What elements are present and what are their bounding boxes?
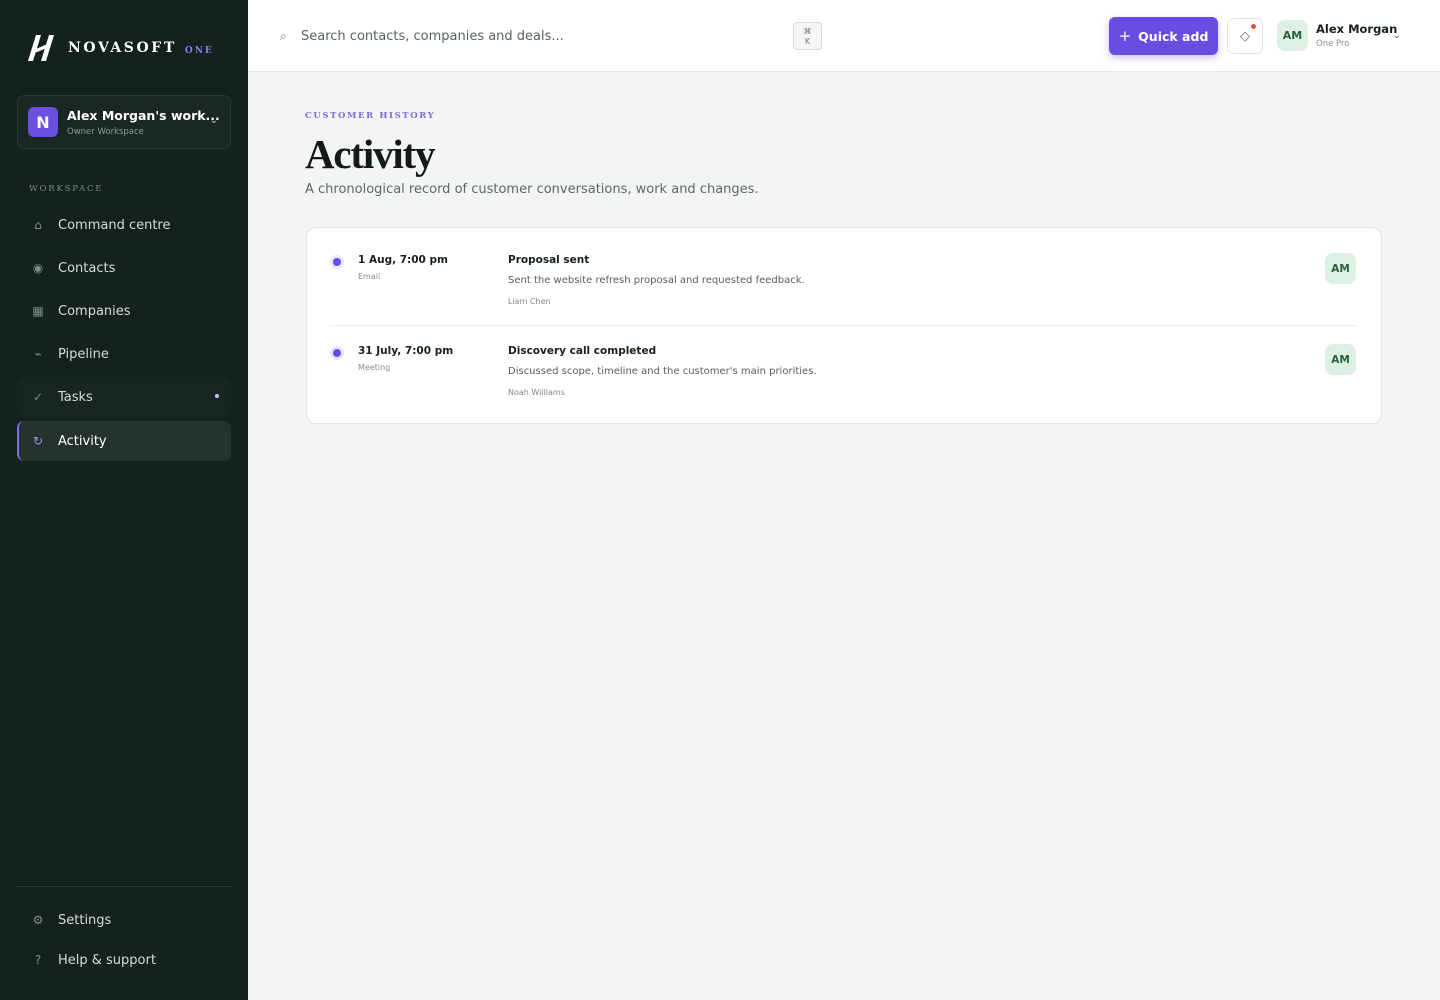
- activity-person: Noah Williams: [508, 388, 565, 397]
- sidebar-item-activity[interactable]: ↻ Activity: [17, 421, 231, 461]
- novasoft-logo-icon: [28, 35, 54, 61]
- notification-dot: [1251, 24, 1256, 29]
- sidebar-item-label: Help & support: [58, 952, 156, 968]
- search-icon: ⌕: [280, 29, 287, 43]
- activity-date: 1 Aug, 7:00 pm: [358, 254, 448, 266]
- sidebar-item-label: Contacts: [58, 260, 116, 276]
- home-icon: ⌂: [34, 218, 42, 232]
- sidebar-item-tasks[interactable]: ✓ Tasks: [17, 377, 231, 417]
- activity-title: Discovery call completed: [508, 345, 657, 357]
- notifications-button[interactable]: ◇: [1227, 18, 1263, 54]
- sidebar-item-contacts[interactable]: ◉ Contacts: [17, 248, 231, 288]
- activity-row[interactable]: 1 Aug, 7:00 pm Email Proposal sent Sent …: [307, 228, 1381, 319]
- sidebar-item-label: Pipeline: [58, 346, 109, 362]
- activity-row[interactable]: 31 July, 7:00 pm Meeting Discovery call …: [307, 319, 1381, 410]
- activity-date: 31 July, 7:00 pm: [358, 345, 454, 357]
- sidebar: NOVASOFT ONE N Alex Morgan's work... Own…: [0, 0, 248, 1000]
- activity-description: Sent the website refresh proposal and re…: [508, 275, 805, 286]
- gear-icon: ⚙: [32, 913, 44, 927]
- command-key-icon: ⌘: [803, 27, 812, 36]
- user-name[interactable]: Alex Morgan: [1316, 22, 1397, 36]
- top-bar: ⌕ ⌘ K + Quick add ◇ AM Alex Morgan One P…: [248, 0, 1440, 72]
- tasks-icon: ✓: [32, 390, 44, 404]
- workspace-switcher[interactable]: N Alex Morgan's work... Owner Workspace …: [17, 95, 231, 149]
- sidebar-item-label: Companies: [58, 303, 131, 319]
- help-icon: ?: [34, 953, 42, 967]
- nav-section-label: WORKSPACE: [29, 184, 104, 194]
- sidebar-item-pipeline[interactable]: ⌁ Pipeline: [17, 334, 231, 374]
- brand-name: NOVASOFT: [68, 40, 177, 56]
- page-subtitle: A chronological record of customer conve…: [305, 182, 759, 197]
- brand[interactable]: NOVASOFT ONE: [24, 34, 214, 62]
- quick-add-label: Quick add: [1138, 28, 1209, 44]
- brand-suffix: ONE: [184, 45, 214, 56]
- sidebar-item-settings[interactable]: ⚙ Settings: [17, 900, 231, 940]
- contacts-icon: ◉: [32, 261, 44, 275]
- sidebar-item-companies[interactable]: ▦ Companies: [17, 291, 231, 331]
- sidebar-item-command-centre[interactable]: ⌂ Command centre: [17, 205, 231, 245]
- activity-type: Meeting: [358, 363, 391, 372]
- activity-owner-avatar: AM: [1325, 253, 1356, 284]
- sidebar-item-label: Activity: [58, 433, 107, 449]
- activity-timeline: 1 Aug, 7:00 pm Email Proposal sent Sent …: [306, 227, 1382, 424]
- unread-indicator: [215, 394, 219, 398]
- chevron-down-icon: ⌄: [209, 115, 218, 126]
- sidebar-item-label: Settings: [58, 912, 112, 928]
- workspace-role: Owner Workspace: [67, 126, 144, 137]
- page-title: Activity: [305, 131, 435, 177]
- companies-icon: ▦: [32, 304, 44, 318]
- timeline-dot-icon: [330, 255, 344, 269]
- pipeline-icon: ⌁: [34, 347, 42, 361]
- plus-icon: +: [1118, 27, 1132, 45]
- sidebar-item-help[interactable]: ? Help & support: [17, 940, 231, 980]
- activity-type: Email: [358, 272, 381, 281]
- workspace-avatar: N: [28, 107, 58, 137]
- page-eyebrow: CUSTOMER HISTORY: [305, 111, 436, 121]
- chevron-down-icon[interactable]: ⌄: [1393, 31, 1401, 41]
- sidebar-item-label: Tasks: [58, 389, 93, 405]
- activity-person: Liam Chen: [508, 297, 551, 306]
- user-avatar[interactable]: AM: [1277, 20, 1308, 51]
- activity-icon: ↻: [32, 434, 44, 448]
- search-input[interactable]: [301, 24, 781, 48]
- search-shortcut-hint: ⌘ K: [793, 22, 822, 50]
- sidebar-item-label: Command centre: [58, 217, 171, 233]
- workspace-name: Alex Morgan's work...: [67, 107, 220, 123]
- shortcut-key: K: [804, 37, 811, 46]
- bell-icon: ◇: [1240, 28, 1250, 44]
- sidebar-divider: [17, 886, 231, 887]
- activity-owner-avatar: AM: [1325, 344, 1356, 375]
- user-plan: One Pro: [1316, 39, 1350, 49]
- quick-add-button[interactable]: + Quick add: [1109, 17, 1218, 55]
- timeline-dot-icon: [330, 346, 344, 360]
- activity-title: Proposal sent: [508, 254, 590, 266]
- activity-description: Discussed scope, timeline and the custom…: [508, 366, 817, 377]
